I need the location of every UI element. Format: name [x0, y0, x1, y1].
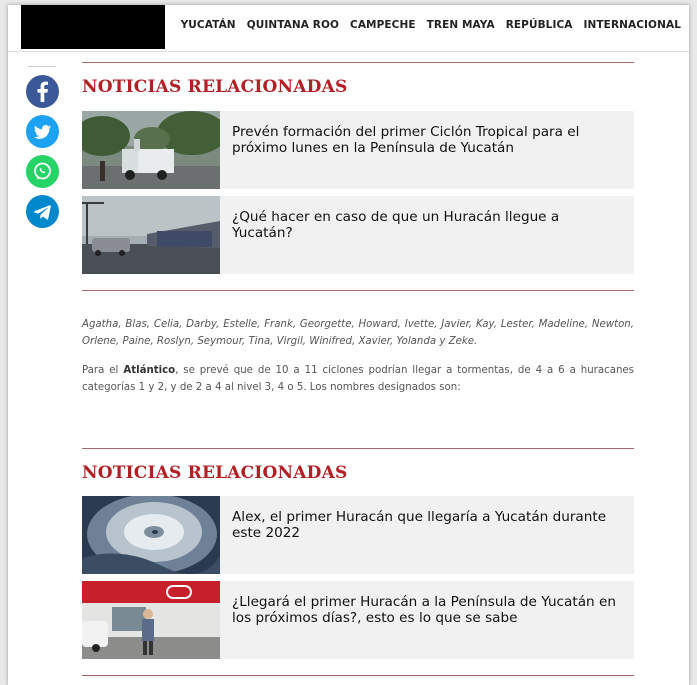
- whatsapp-share-button[interactable]: [26, 155, 59, 188]
- section-rule: [82, 290, 634, 291]
- nav-item-internacional[interactable]: INTERNACIONAL: [584, 19, 681, 31]
- news-thumbnail: [82, 196, 220, 274]
- site-logo[interactable]: [21, 5, 165, 49]
- news-thumbnail: [82, 581, 220, 659]
- atlantic-paragraph: Para el Atlántico, se prevé que de 10 a …: [82, 362, 634, 396]
- related-news-card[interactable]: ¿Llegará el primer Huracán a la Penínsul…: [82, 581, 634, 659]
- atlantic-bold: Atlántico: [123, 365, 176, 376]
- hurricane-names-list: Agatha, Blas, Celia, Darby, Estelle, Fra…: [82, 319, 634, 347]
- section-rule: [82, 62, 634, 63]
- twitter-share-button[interactable]: [26, 115, 59, 148]
- section-rule: [82, 448, 634, 449]
- related-news-card[interactable]: ¿Qué hacer en caso de que un Huracán lle…: [82, 196, 634, 274]
- header-divider: [8, 51, 689, 52]
- telegram-icon: [33, 205, 51, 220]
- related-news-card[interactable]: Prevén formación del primer Ciclón Tropi…: [82, 111, 634, 189]
- nav-item-campeche[interactable]: CAMPECHE: [350, 19, 416, 31]
- nav-item-republica[interactable]: REPÚBLICA: [506, 19, 573, 31]
- related-news-card[interactable]: Alex, el primer Huracán que llegaría a Y…: [82, 496, 634, 574]
- related-news-heading: NOTICIAS RELACIONADAS: [82, 77, 348, 97]
- facebook-icon: [37, 81, 48, 102]
- section-rule: [82, 675, 634, 676]
- twitter-icon: [34, 124, 51, 139]
- news-title[interactable]: Prevén formación del primer Ciclón Tropi…: [232, 124, 622, 156]
- facebook-share-button[interactable]: [26, 75, 59, 108]
- telegram-share-button[interactable]: [26, 195, 59, 228]
- related-news-heading: NOTICIAS RELACIONADAS: [82, 463, 348, 483]
- news-title[interactable]: Alex, el primer Huracán que llegaría a Y…: [232, 509, 622, 541]
- nav-item-quintana-roo[interactable]: QUINTANA ROO: [247, 19, 339, 31]
- news-thumbnail: [82, 111, 220, 189]
- news-title[interactable]: ¿Qué hacer en caso de que un Huracán lle…: [232, 209, 622, 241]
- news-thumbnail: [82, 496, 220, 574]
- share-divider: [28, 66, 56, 67]
- news-title[interactable]: ¿Llegará el primer Huracán a la Penínsul…: [232, 594, 622, 626]
- nav-item-tren-maya[interactable]: TREN MAYA: [427, 19, 495, 31]
- atlantic-prefix: Para el: [82, 365, 124, 376]
- whatsapp-icon: [34, 162, 51, 180]
- page: YUCATÁN QUINTANA ROO CAMPECHE TREN MAYA …: [8, 5, 689, 685]
- main-nav: YUCATÁN QUINTANA ROO CAMPECHE TREN MAYA …: [181, 19, 681, 31]
- nav-item-yucatan[interactable]: YUCATÁN: [181, 19, 236, 31]
